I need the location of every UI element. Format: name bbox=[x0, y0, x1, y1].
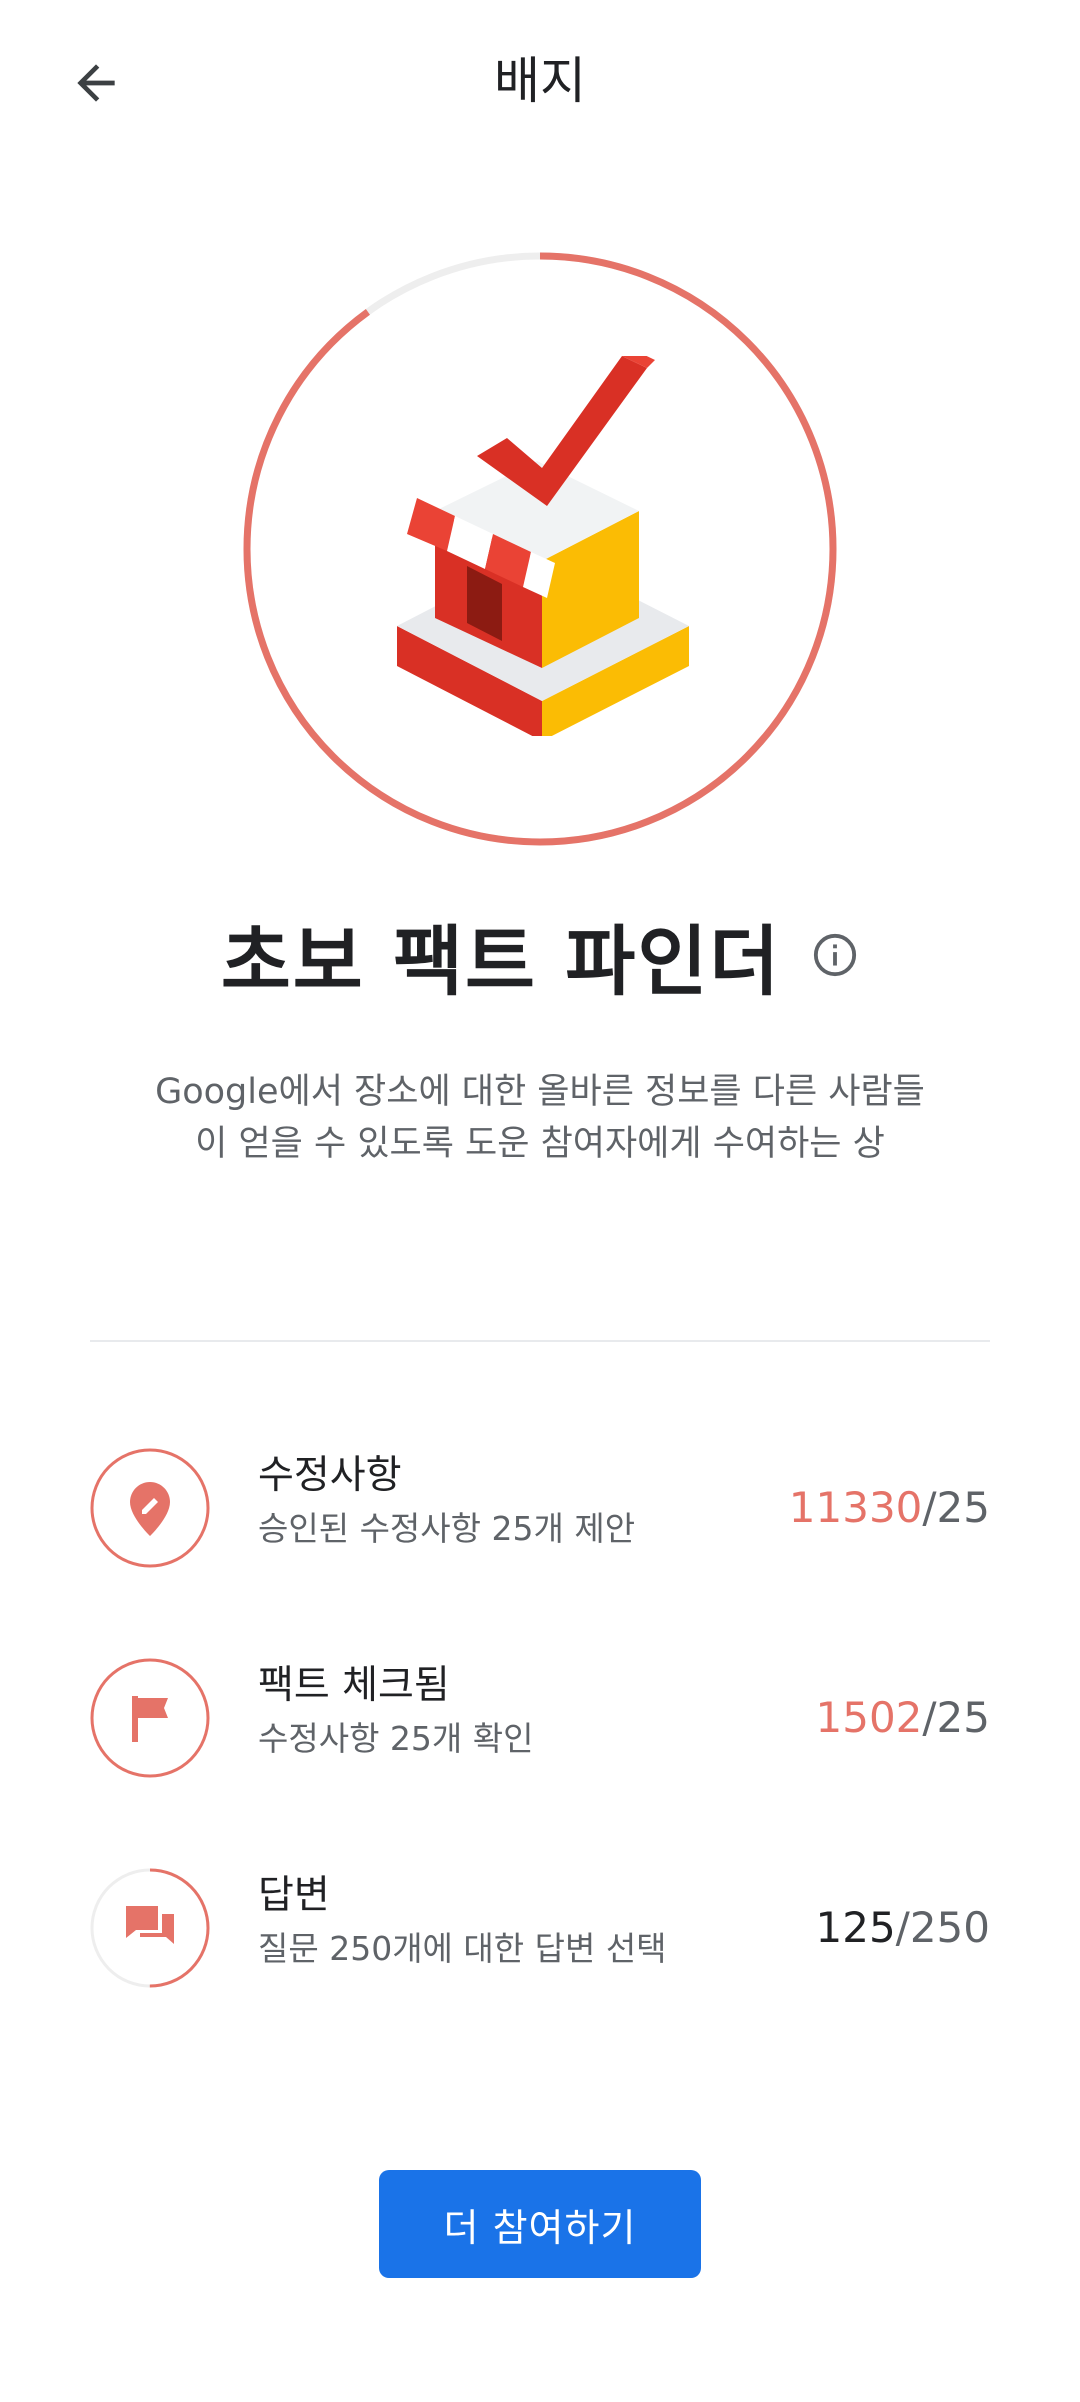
requirement-count: 125/250 bbox=[816, 1898, 991, 1958]
count-current: 125 bbox=[815, 1903, 896, 1952]
requirement-row: 수정사항 승인된 수정사항 25개 제안 11330/25 bbox=[90, 1448, 990, 1568]
flag-icon bbox=[90, 1658, 210, 1778]
requirement-title: 답변 bbox=[258, 1873, 330, 1918]
divider bbox=[90, 1340, 990, 1342]
badge-progress-ring bbox=[237, 246, 843, 852]
requirement-count: 1502/25 bbox=[816, 1688, 991, 1748]
count-separator: / bbox=[895, 1903, 910, 1952]
requirement-subtitle: 승인된 수정사항 25개 제안 bbox=[258, 1509, 636, 1548]
page-title: 배지 bbox=[494, 52, 586, 110]
count-goal: 250 bbox=[909, 1903, 990, 1952]
pencil-pin-icon bbox=[90, 1448, 210, 1568]
app-bar: 배지 bbox=[0, 0, 1080, 165]
badge-description: Google에서 장소에 대한 올바른 정보를 다른 사람들이 얻을 수 있도록… bbox=[155, 1072, 925, 1164]
count-separator: / bbox=[922, 1483, 937, 1532]
count-goal: 25 bbox=[936, 1693, 990, 1742]
info-button[interactable] bbox=[811, 931, 859, 979]
requirement-title: 팩트 체크됨 bbox=[258, 1663, 450, 1708]
requirement-row: 팩트 체크됨 수정사항 25개 확인 1502/25 bbox=[90, 1658, 990, 1778]
count-goal: 25 bbox=[936, 1483, 990, 1532]
requirement-subtitle: 질문 250개에 대한 답변 선택 bbox=[258, 1929, 667, 1968]
count-separator: / bbox=[922, 1693, 937, 1742]
requirement-count: 11330/25 bbox=[789, 1478, 990, 1538]
chat-bubbles-icon bbox=[90, 1868, 210, 1988]
requirement-row: 답변 질문 250개에 대한 답변 선택 125/250 bbox=[90, 1868, 990, 1988]
count-current: 11330 bbox=[788, 1483, 923, 1532]
info-icon bbox=[814, 933, 857, 977]
badge-name: 초보 팩트 파인더 bbox=[220, 917, 782, 1006]
participate-more-button[interactable]: 더 참여하기 bbox=[379, 2170, 701, 2278]
storefront-badge-icon bbox=[397, 356, 689, 736]
requirement-title: 수정사항 bbox=[258, 1453, 402, 1498]
badge-title-row: 초보 팩트 파인더 bbox=[0, 900, 1080, 1010]
count-current: 1502 bbox=[815, 1693, 923, 1742]
requirement-subtitle: 수정사항 25개 확인 bbox=[258, 1719, 534, 1758]
